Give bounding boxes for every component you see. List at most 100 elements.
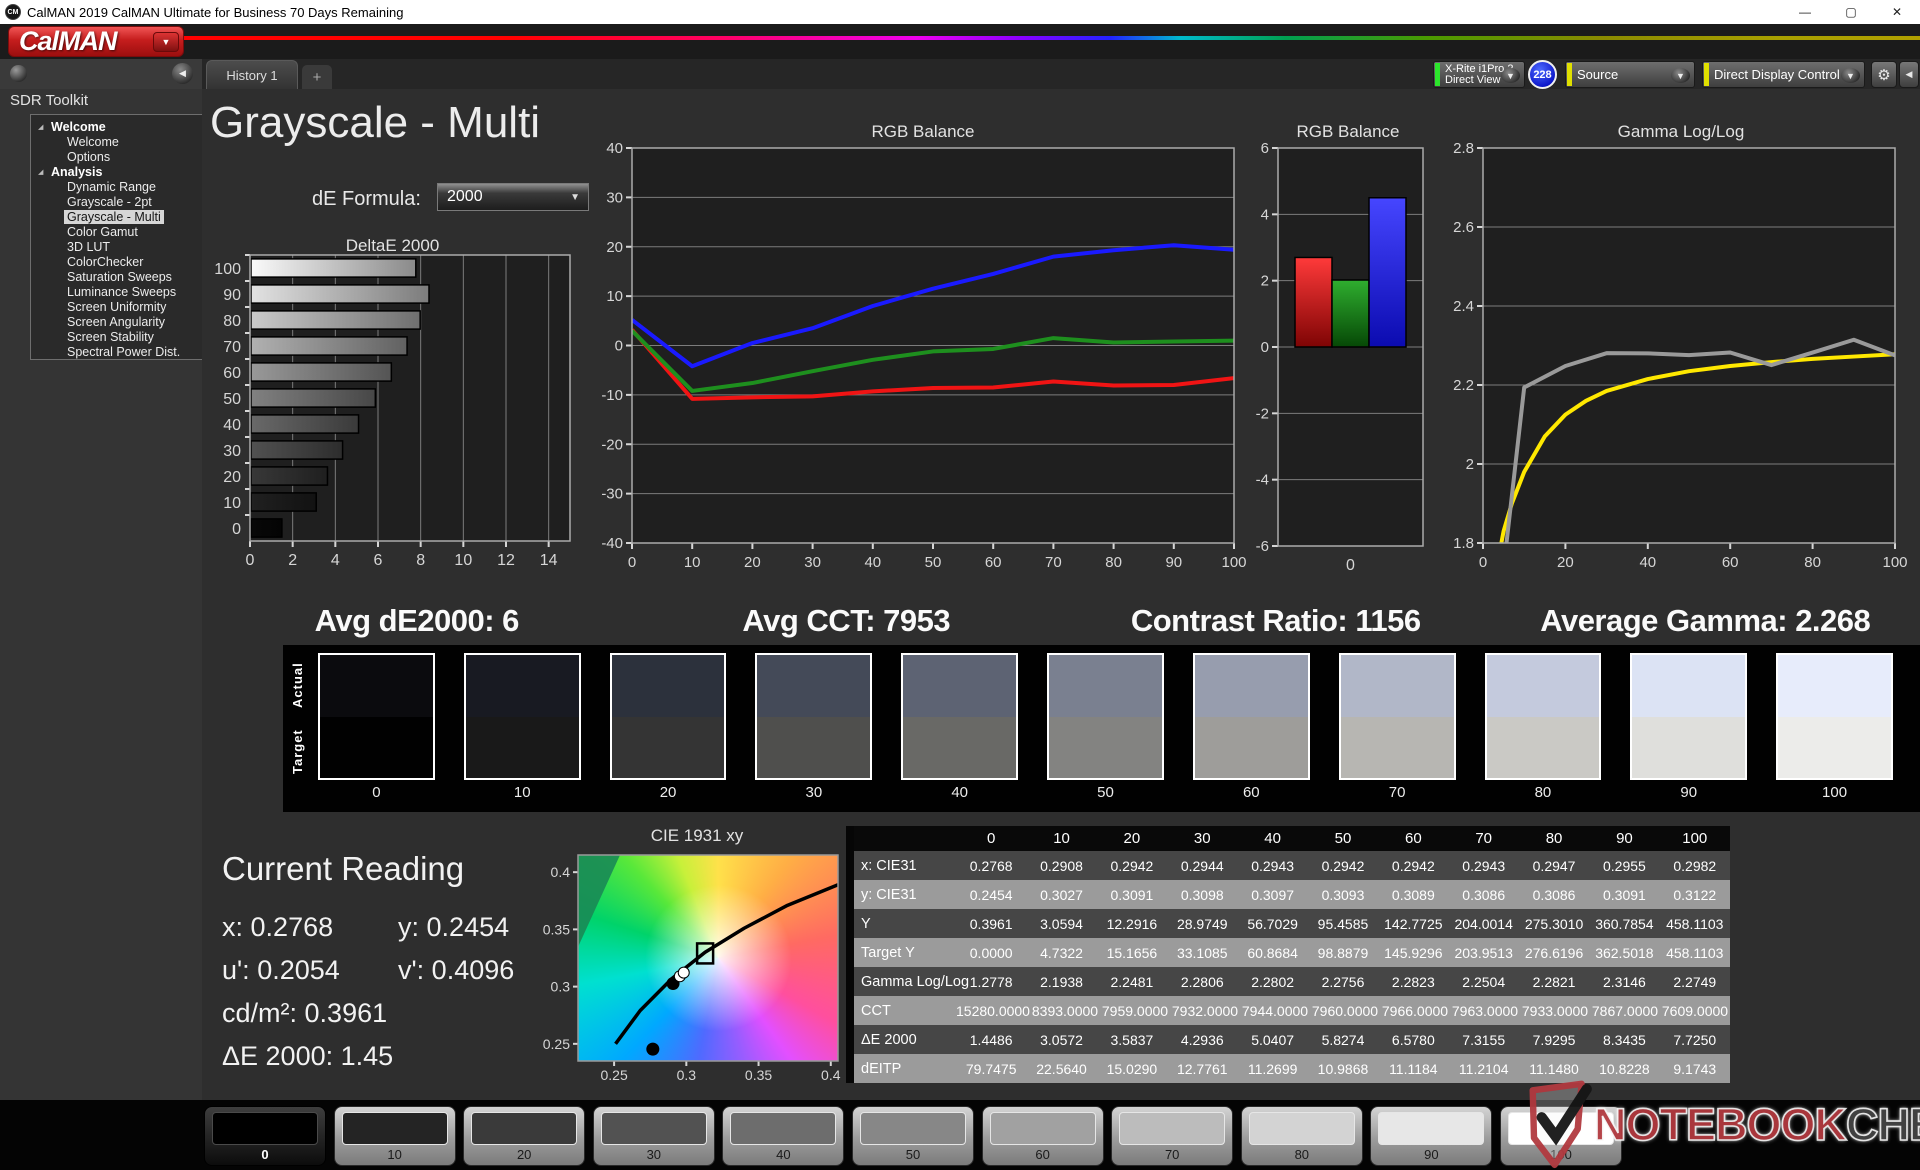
sidebar-item-grayscale-multi[interactable]: Grayscale - Multi (31, 210, 202, 225)
meter-dropdown[interactable]: X-Rite i1Pro 2 Direct View ▼ (1433, 61, 1525, 88)
panel-collapse-button[interactable]: ◀ (1899, 61, 1919, 88)
swatch-level-label: 30 (805, 784, 823, 801)
sidebar-item-color-gamut[interactable]: Color Gamut (31, 225, 202, 240)
sidebar-item-colorchecker[interactable]: ColorChecker (31, 255, 202, 270)
display-control-dropdown[interactable]: Direct Display Control ▼ (1702, 61, 1865, 88)
column-header: 10 (1053, 830, 1070, 847)
measurement-table: 0 10 20 30 40 50 60 70 80 90 100 x: CIE31 0.2768 0.29… (846, 826, 1730, 1083)
close-button[interactable]: ✕ (1874, 0, 1920, 24)
level-button-30[interactable]: 30 (592, 1106, 715, 1166)
svg-text:100: 100 (214, 261, 241, 278)
table-cell: 15.0290 (1106, 1060, 1158, 1077)
meter-count-badge[interactable]: 228 (1528, 60, 1557, 89)
svg-text:-2: -2 (1256, 405, 1269, 422)
svg-text:-10: -10 (601, 387, 623, 404)
logo-dropdown-arrow-icon[interactable]: ▼ (153, 31, 179, 52)
table-cell: 11.1184 (1389, 1060, 1438, 1077)
settings-button[interactable]: ⚙ (1871, 61, 1897, 88)
sidebar-item-grayscale-2pt[interactable]: Grayscale - 2pt (31, 195, 202, 210)
sidebar-item-options[interactable]: Options (31, 150, 202, 165)
sidebar-item-3d-lut[interactable]: 3D LUT (31, 240, 202, 255)
actual-patch (757, 655, 871, 717)
table-row-e-2000: ΔE 2000 1.4486 3.0572 3.5837 4.2936 5.0407 5.8… (854, 1025, 1730, 1054)
actual-patch (1194, 655, 1308, 717)
level-button-50[interactable]: 50 (852, 1106, 974, 1166)
table-cell: 0.3091 (1603, 886, 1646, 903)
sidebar-group-analysis[interactable]: ◢ Analysis (31, 165, 202, 180)
level-button-60[interactable]: 60 (981, 1106, 1104, 1166)
table-cell: 12.7761 (1176, 1060, 1228, 1077)
actual-patch (1486, 655, 1600, 717)
svg-text:0.3: 0.3 (551, 979, 571, 995)
level-button-80[interactable]: 80 (1240, 1106, 1363, 1166)
svg-text:80: 80 (1804, 554, 1821, 571)
sidebar-item-saturation-sweeps[interactable]: Saturation Sweeps (31, 270, 202, 285)
table-cell: 2.2756 (1321, 973, 1365, 990)
table-cell: 10.8228 (1599, 1060, 1650, 1077)
minimize-button[interactable]: — (1782, 0, 1828, 24)
svg-text:0: 0 (232, 521, 241, 538)
table-cell: 0.0000 (969, 944, 1013, 961)
level-patch (860, 1112, 966, 1145)
table-cell: 0.3098 (1180, 886, 1224, 903)
maximize-button[interactable]: ▢ (1828, 0, 1874, 24)
table-cell: 142.7725 (1384, 915, 1443, 932)
table-cell: 7944.0000 (1241, 1002, 1309, 1019)
level-patch (1378, 1112, 1485, 1145)
svg-text:50: 50 (223, 391, 241, 408)
swatch-level-label: 20 (659, 784, 677, 801)
source-dropdown-arrow-icon[interactable]: ▼ (1671, 68, 1690, 83)
table-cell: 2.3146 (1603, 973, 1646, 990)
de-formula-select[interactable]: 2000 ▼ (437, 183, 589, 211)
svg-text:2: 2 (1466, 456, 1474, 473)
window-title: CalMAN 2019 CalMAN Ultimate for Business… (27, 4, 404, 20)
table-cell: 0.2942 (1391, 857, 1435, 874)
source-dropdown[interactable]: Source ▼ (1565, 61, 1695, 88)
display-dropdown-arrow-icon[interactable]: ▼ (1841, 68, 1860, 83)
level-button-10[interactable]: 10 (333, 1106, 456, 1166)
current-reading-title: Current Reading (222, 850, 465, 887)
level-button-70[interactable]: 70 (1111, 1106, 1234, 1166)
sidebar-item-spectral-power-dist[interactable]: Spectral Power Dist. (31, 345, 202, 360)
level-button-90[interactable]: 90 (1370, 1106, 1493, 1166)
svg-text:-4: -4 (1256, 472, 1269, 489)
sidebar-item-luminance-sweeps[interactable]: Luminance Sweeps (31, 285, 202, 300)
svg-text:-40: -40 (601, 535, 623, 552)
meter-dropdown-arrow-icon[interactable]: ▼ (1501, 68, 1520, 83)
stat-avg-cct: Avg CCT: 7953 (742, 603, 951, 638)
table-cell: 10.9868 (1317, 1060, 1369, 1077)
meter-mode: Direct View (1445, 74, 1501, 86)
reading-luminance-row: cd/m²: 0.3961 (222, 992, 514, 1035)
sidebar-item-dynamic-range[interactable]: Dynamic Range (31, 180, 202, 195)
column-header: 40 (1264, 830, 1281, 847)
new-tab-button[interactable]: + (302, 65, 332, 89)
sidebar-item-screen-uniformity[interactable]: Screen Uniformity (31, 300, 202, 315)
svg-text:60: 60 (223, 365, 241, 382)
table-cell: 0.2944 (1180, 857, 1224, 874)
sidebar-group-welcome[interactable]: ◢ Welcome (31, 120, 202, 135)
table-cell: 7609.0000 (1661, 1002, 1729, 1019)
table-cell: 0.2943 (1462, 857, 1506, 874)
table-cell: 22.5640 (1036, 1060, 1087, 1077)
svg-text:RGB Balance: RGB Balance (1297, 122, 1400, 141)
table-cell: 276.6196 (1524, 944, 1584, 961)
deltae-bar-chart: DeltaE 2000 0 2 4 6 8 10 12 14 100 90 80 70 60 50 40 30 2… (205, 236, 580, 588)
sidebar-collapse-icon[interactable]: ◀ (172, 63, 193, 84)
source-label: Source (1577, 67, 1619, 82)
table-cell: 0.3086 (1462, 886, 1506, 903)
svg-text:60: 60 (1722, 554, 1739, 571)
sidebar-item-screen-stability[interactable]: Screen Stability (31, 330, 202, 345)
sidebar-item-screen-angularity[interactable]: Screen Angularity (31, 315, 202, 330)
table-cell: 3.5837 (1110, 1031, 1154, 1048)
level-patch (1119, 1112, 1226, 1145)
level-button-40[interactable]: 40 (722, 1106, 845, 1166)
svg-text:30: 30 (804, 554, 821, 571)
svg-text:40: 40 (223, 417, 241, 434)
target-patch (1194, 716, 1308, 778)
table-cell: 98.8879 (1317, 944, 1369, 961)
calman-logo-button[interactable]: CalMAN ▼ (8, 26, 184, 57)
sidebar-item-welcome[interactable]: Welcome (31, 135, 202, 150)
level-button-0[interactable]: 0 (204, 1106, 326, 1166)
level-button-20[interactable]: 20 (463, 1106, 586, 1166)
tab-history-1[interactable]: History 1 (206, 60, 298, 89)
